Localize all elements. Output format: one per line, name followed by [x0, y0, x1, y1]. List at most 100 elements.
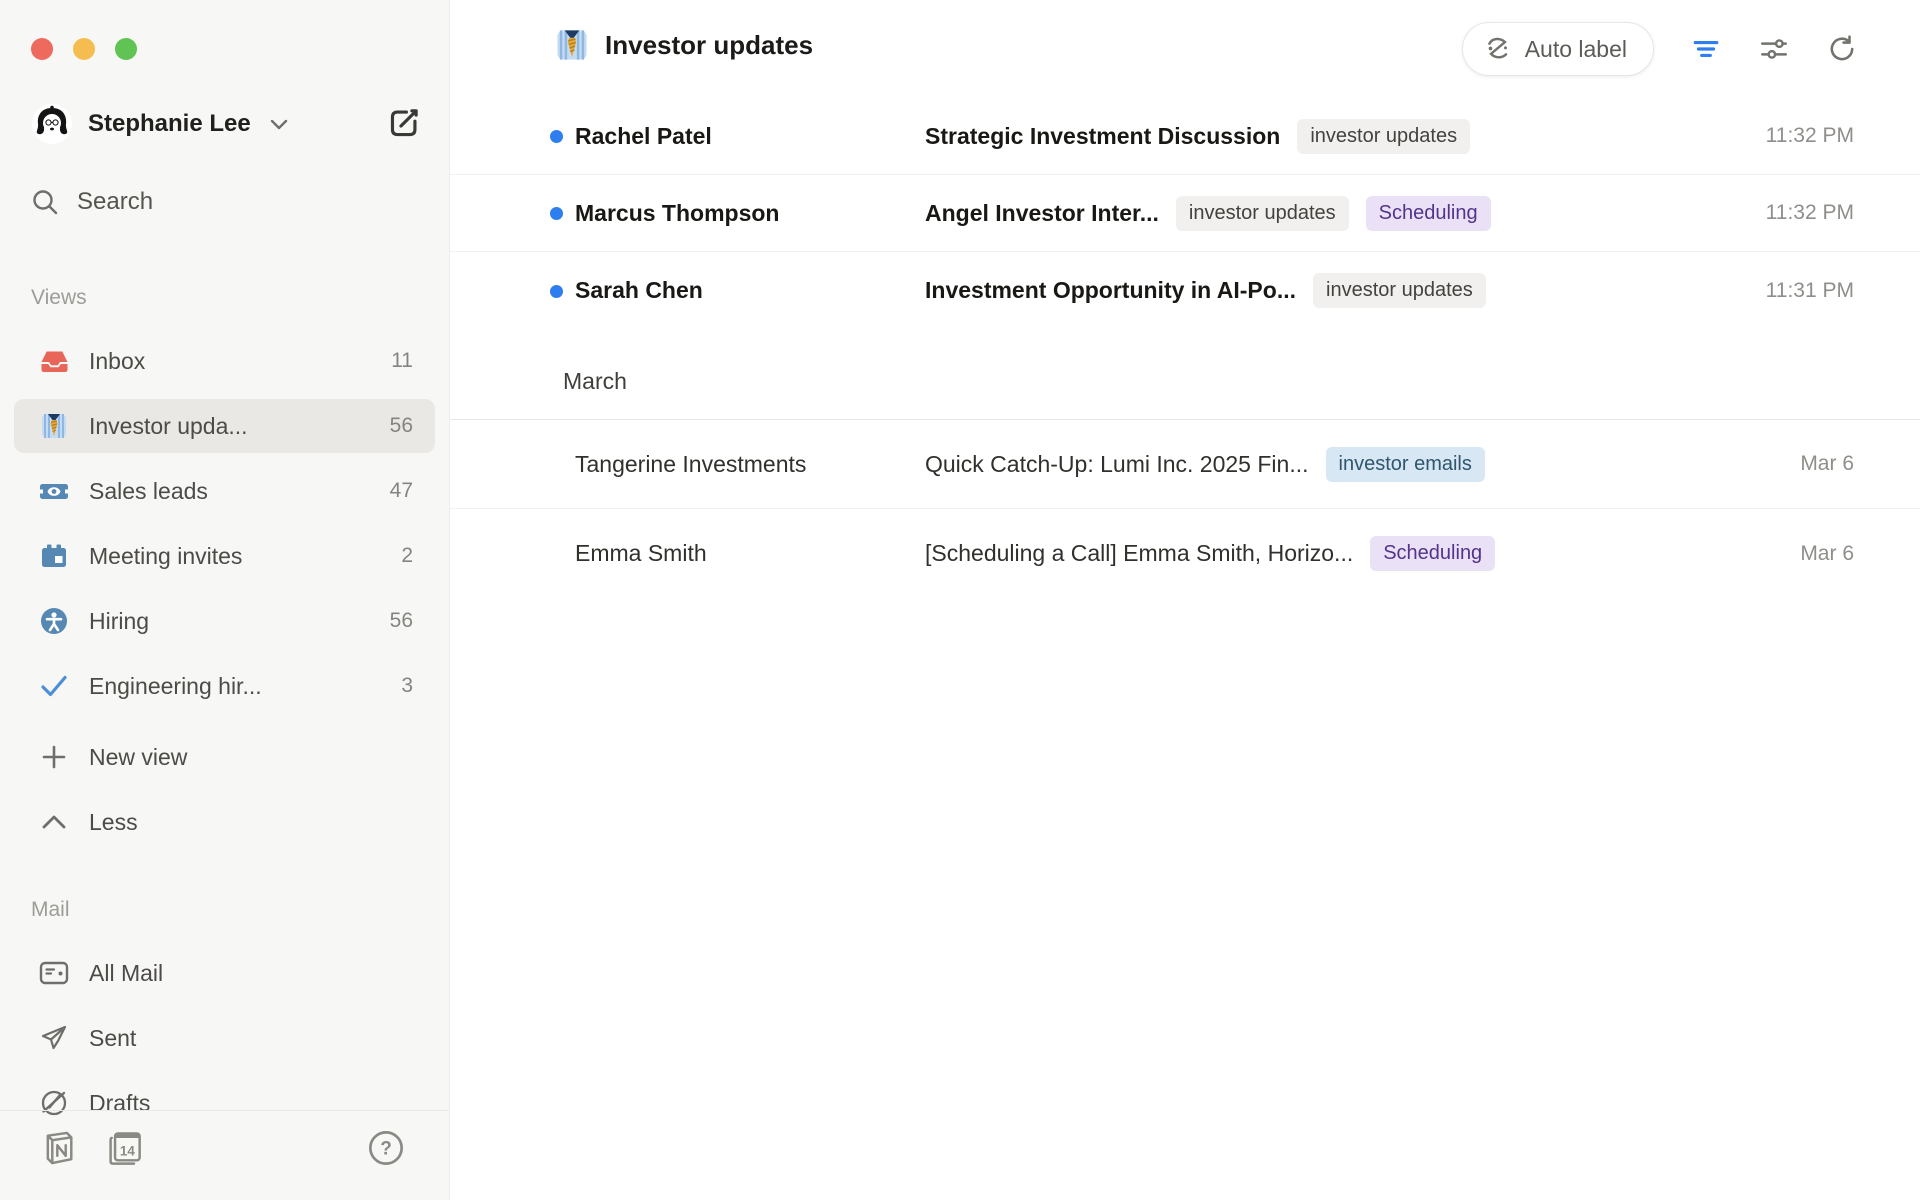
- sidebar-item-count: 56: [390, 609, 413, 633]
- close-window-button[interactable]: [31, 38, 53, 60]
- calendar-14-icon[interactable]: 14: [106, 1129, 142, 1167]
- sidebar-item-engineering-hiring[interactable]: Engineering hir... 3: [14, 659, 435, 713]
- page-title: Investor updates: [605, 30, 813, 61]
- sidebar-footer: 14 ?: [0, 1110, 449, 1200]
- month-title: March: [563, 368, 627, 395]
- unread-dot: [550, 207, 563, 220]
- email-row[interactable]: Rachel Patel Strategic Investment Discus…: [450, 98, 1920, 175]
- email-time: Mar 6: [1800, 452, 1854, 476]
- person-circle-icon: [39, 607, 69, 635]
- refresh-icon[interactable]: [1826, 33, 1858, 65]
- search-label: Search: [77, 188, 153, 216]
- email-time: 11:32 PM: [1766, 124, 1854, 148]
- email-sender: Marcus Thompson: [575, 200, 925, 227]
- sidebar-item-label: All Mail: [89, 960, 413, 987]
- email-list: Rachel Patel Strategic Investment Discus…: [450, 98, 1920, 598]
- sidebar-item-count: 47: [390, 479, 413, 503]
- unread-dot: [550, 285, 563, 298]
- email-sender: Rachel Patel: [575, 123, 925, 150]
- sidebar-item-investor-updates[interactable]: Investor upda... 56: [14, 399, 435, 453]
- sidebar: Stephanie Lee Search Views: [0, 0, 450, 1200]
- sidebar-item-count: 11: [391, 349, 413, 373]
- chevron-down-icon: [270, 119, 288, 130]
- help-icon[interactable]: ?: [367, 1129, 405, 1167]
- search-icon: [31, 188, 59, 216]
- sidebar-item-hiring[interactable]: Hiring 56: [14, 594, 435, 648]
- notion-icon[interactable]: [42, 1129, 76, 1167]
- views-section-header: Views: [0, 286, 87, 310]
- account-switcher[interactable]: Stephanie Lee: [31, 102, 423, 146]
- sidebar-item-label: Hiring: [89, 608, 378, 635]
- views-actions: New view Less: [14, 730, 435, 860]
- month-section-header: March: [450, 329, 1920, 420]
- email-time: 11:31 PM: [1766, 279, 1854, 303]
- email-time: Mar 6: [1800, 542, 1854, 566]
- auto-label-squiggle-icon: [1483, 34, 1513, 64]
- sidebar-item-label: Investor upda...: [89, 413, 378, 440]
- views-list: Inbox 11 Investor upda... 56: [14, 334, 435, 724]
- mail-section-header: Mail: [0, 898, 70, 922]
- email-row[interactable]: Emma Smith [Scheduling a Call] Emma Smit…: [450, 509, 1920, 598]
- email-subject: Strategic Investment Discussion: [925, 123, 1280, 150]
- sidebar-item-all-mail[interactable]: All Mail: [14, 946, 435, 1000]
- email-sender: Tangerine Investments: [575, 451, 925, 478]
- envelope-icon: [39, 959, 69, 987]
- search-button[interactable]: Search: [31, 188, 153, 216]
- calendar-icon: [39, 542, 69, 570]
- checkmark-icon: [39, 672, 69, 700]
- paper-plane-icon: [39, 1024, 69, 1052]
- label-badge: Scheduling: [1370, 536, 1495, 571]
- sidebar-item-count: 2: [401, 544, 413, 568]
- email-row[interactable]: Sarah Chen Investment Opportunity in AI-…: [450, 252, 1920, 329]
- new-view-button[interactable]: New view: [14, 730, 435, 784]
- necktie-emoji-icon: [39, 412, 69, 440]
- window-controls: [31, 38, 137, 60]
- label-badge: investor updates: [1176, 196, 1349, 231]
- sidebar-item-label: Inbox: [89, 348, 379, 375]
- auto-label-text: Auto label: [1525, 36, 1627, 63]
- sidebar-item-inbox[interactable]: Inbox 11: [14, 334, 435, 388]
- plus-icon: [39, 743, 69, 771]
- filter-icon[interactable]: [1690, 33, 1722, 65]
- toolbar: Auto label: [1462, 22, 1858, 76]
- auto-label-button[interactable]: Auto label: [1462, 22, 1654, 76]
- new-view-label: New view: [89, 744, 413, 771]
- inbox-icon: [39, 347, 69, 375]
- sidebar-item-label: Sent: [89, 1025, 413, 1052]
- label-badge: investor emails: [1326, 447, 1485, 482]
- email-sender: Sarah Chen: [575, 277, 925, 304]
- label-badge: Scheduling: [1366, 196, 1491, 231]
- less-button[interactable]: Less: [14, 795, 435, 849]
- unread-dot: [550, 130, 563, 143]
- sliders-icon[interactable]: [1758, 33, 1790, 65]
- money-icon: [39, 477, 69, 505]
- sidebar-item-sent[interactable]: Sent: [14, 1011, 435, 1065]
- chevron-up-icon: [39, 808, 69, 836]
- sidebar-item-label: Meeting invites: [89, 543, 389, 570]
- svg-text:?: ?: [380, 1139, 392, 1160]
- avatar: [31, 103, 73, 145]
- email-subject: Quick Catch-Up: Lumi Inc. 2025 Fin...: [925, 451, 1309, 478]
- compose-button[interactable]: [387, 106, 423, 142]
- label-badge: investor updates: [1297, 119, 1470, 154]
- sidebar-item-count: 3: [401, 674, 413, 698]
- email-sender: Emma Smith: [575, 540, 925, 567]
- sidebar-item-label: Engineering hir...: [89, 673, 389, 700]
- sidebar-item-count: 56: [390, 414, 413, 438]
- email-subject: Angel Investor Inter...: [925, 200, 1159, 227]
- minimize-window-button[interactable]: [73, 38, 95, 60]
- email-subject: Investment Opportunity in AI-Po...: [925, 277, 1296, 304]
- email-row[interactable]: Tangerine Investments Quick Catch-Up: Lu…: [450, 420, 1920, 509]
- email-time: 11:32 PM: [1766, 201, 1854, 225]
- email-row[interactable]: Marcus Thompson Angel Investor Inter... …: [450, 175, 1920, 252]
- less-label: Less: [89, 809, 413, 836]
- zoom-window-button[interactable]: [115, 38, 137, 60]
- main-panel: Investor updates Auto label: [450, 0, 1920, 1200]
- sidebar-item-sales-leads[interactable]: Sales leads 47: [14, 464, 435, 518]
- necktie-emoji-icon: [555, 28, 589, 62]
- sidebar-item-meeting-invites[interactable]: Meeting invites 2: [14, 529, 435, 583]
- email-subject: [Scheduling a Call] Emma Smith, Horizo..…: [925, 540, 1353, 567]
- user-name: Stephanie Lee: [88, 110, 251, 138]
- sidebar-item-label: Sales leads: [89, 478, 378, 505]
- svg-text:14: 14: [120, 1143, 135, 1158]
